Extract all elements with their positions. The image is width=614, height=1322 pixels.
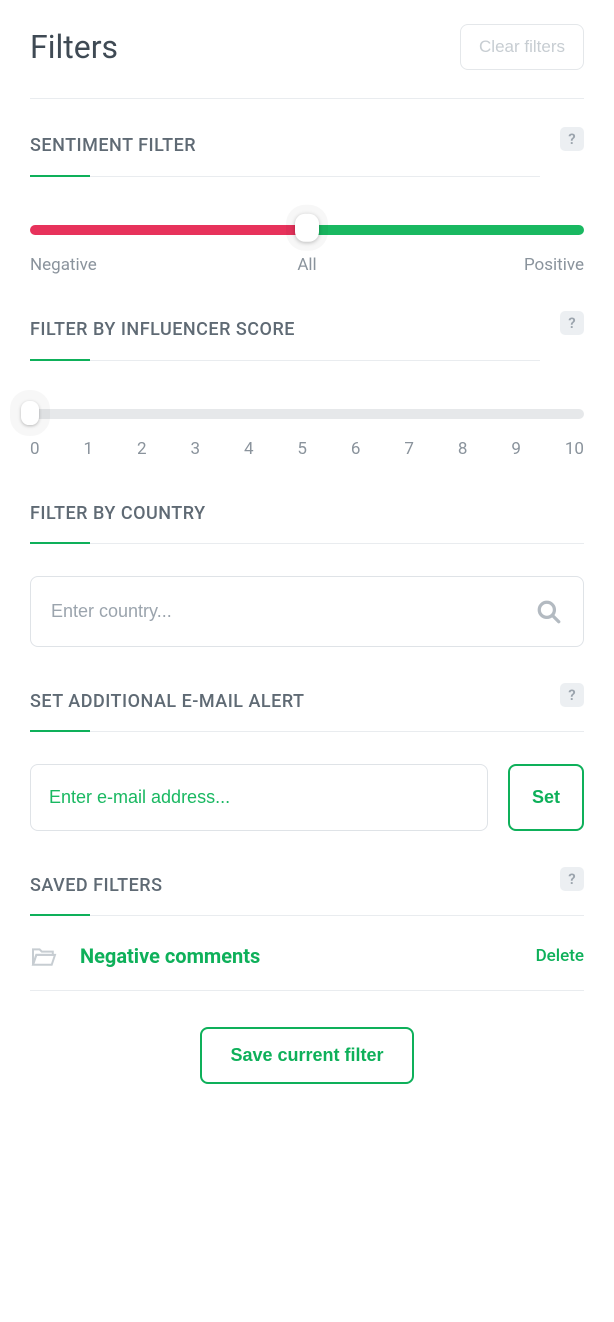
sentiment-slider-thumb[interactable] — [295, 214, 319, 242]
influencer-slider[interactable] — [30, 409, 584, 419]
sentiment-slider[interactable] — [30, 225, 584, 235]
email-input[interactable] — [30, 764, 488, 831]
filters-header: Filters Clear filters — [30, 24, 584, 99]
section-underline — [30, 915, 584, 916]
help-icon[interactable]: ? — [560, 867, 584, 891]
sentiment-track-positive — [307, 225, 584, 235]
country-input[interactable] — [30, 576, 584, 647]
section-underline — [30, 176, 540, 177]
saved-filters-title: SAVED FILTERS — [30, 875, 163, 916]
saved-filters-section: SAVED FILTERS ? Negative comments Delete… — [30, 875, 584, 1084]
influencer-ticks: 0 1 2 3 4 5 6 7 8 9 10 — [30, 439, 584, 459]
sentiment-track-negative — [30, 225, 307, 235]
tick-label: 4 — [244, 439, 254, 459]
clear-filters-button[interactable]: Clear filters — [460, 24, 584, 70]
saved-filter-name[interactable]: Negative comments — [80, 944, 536, 968]
search-icon[interactable] — [536, 599, 562, 625]
tick-label: 3 — [190, 439, 200, 459]
tick-label: 5 — [297, 439, 307, 459]
section-underline — [30, 543, 584, 544]
email-alert-section: SET ADDITIONAL E-MAIL ALERT ? Set — [30, 691, 584, 831]
email-alert-title: SET ADDITIONAL E-MAIL ALERT — [30, 691, 305, 732]
page-title: Filters — [30, 28, 118, 66]
country-filter-section: FILTER BY COUNTRY — [30, 503, 584, 647]
set-button[interactable]: Set — [508, 764, 584, 831]
tick-label: 0 — [30, 439, 40, 459]
tick-label: 7 — [404, 439, 414, 459]
folder-open-icon — [30, 945, 58, 967]
help-icon[interactable]: ? — [560, 683, 584, 707]
sentiment-label-positive: Positive — [524, 255, 584, 275]
influencer-slider-thumb[interactable] — [21, 401, 39, 425]
help-icon[interactable]: ? — [560, 311, 584, 335]
tick-label: 1 — [83, 439, 93, 459]
tick-label: 10 — [565, 439, 584, 459]
sentiment-filter-section: SENTIMENT FILTER ? Negative All Positive — [30, 135, 584, 275]
section-underline — [30, 360, 540, 361]
sentiment-label-all: All — [297, 255, 316, 275]
influencer-title: FILTER BY INFLUENCER SCORE — [30, 319, 295, 360]
tick-label: 6 — [351, 439, 361, 459]
section-underline — [30, 731, 584, 732]
help-icon[interactable]: ? — [560, 127, 584, 151]
sentiment-label-negative: Negative — [30, 255, 97, 275]
save-current-filter-button[interactable]: Save current filter — [200, 1027, 413, 1084]
tick-label: 2 — [137, 439, 147, 459]
influencer-score-section: FILTER BY INFLUENCER SCORE ? 0 1 2 3 4 5… — [30, 319, 584, 459]
tick-label: 9 — [511, 439, 521, 459]
country-title: FILTER BY COUNTRY — [30, 503, 206, 544]
sentiment-title: SENTIMENT FILTER — [30, 135, 196, 176]
saved-filter-row: Negative comments Delete — [30, 944, 584, 991]
delete-link[interactable]: Delete — [536, 946, 584, 966]
tick-label: 8 — [458, 439, 468, 459]
